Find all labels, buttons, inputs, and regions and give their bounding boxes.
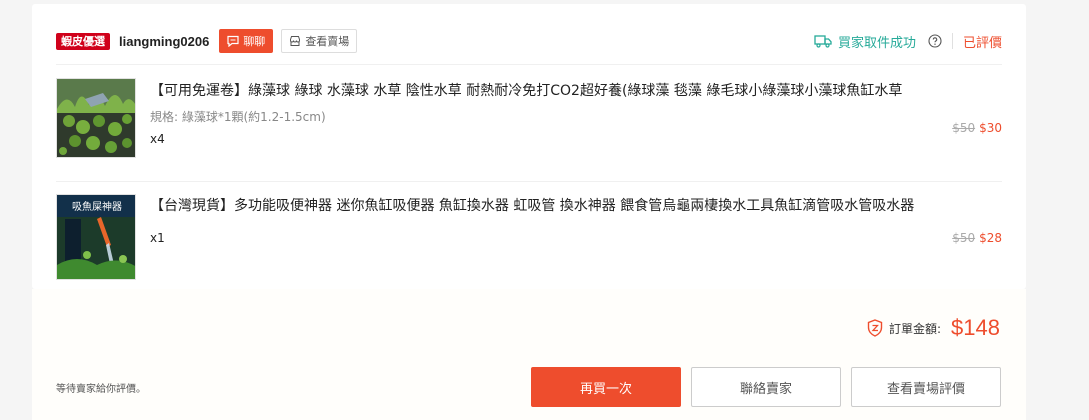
total-value: $148 bbox=[951, 315, 1000, 340]
help-icon[interactable] bbox=[928, 34, 942, 48]
status-divider bbox=[951, 33, 953, 49]
order-item[interactable]: 【可用免運卷】綠藻球 綠球 水藻球 水草 陰性水草 耐熱耐冷免打CO2超好養(綠… bbox=[56, 64, 1002, 174]
delivery-text: 買家取件成功 bbox=[837, 35, 916, 51]
chat-label: 聊聊 bbox=[243, 35, 266, 48]
item-title[interactable]: 【台灣現貨】多功能吸便神器 迷你魚缸吸便器 魚缸換水器 虹吸管 換水神器 餵食管… bbox=[150, 195, 930, 217]
shop-icon bbox=[290, 36, 301, 46]
order-item[interactable]: 吸魚屎神器 【台灣現貨】多功能吸便神器 迷你魚缸吸便器 魚缸換水器 虹吸管 換水… bbox=[56, 181, 1002, 292]
item-title[interactable]: 【可用免運卷】綠藻球 綠球 水藻球 水草 陰性水草 耐熱耐冷免打CO2超好養(綠… bbox=[150, 80, 930, 102]
view-shop-label: 查看賣場 bbox=[305, 35, 350, 48]
sale-price: $28 bbox=[979, 231, 1002, 245]
rating-status: 已評價 bbox=[962, 35, 1002, 51]
sale-price: $30 bbox=[979, 121, 1002, 135]
order-status: 買家取件成功 已評價 bbox=[814, 32, 1002, 51]
review-wait-note: 等待賣家給你評價。 bbox=[56, 384, 146, 395]
mall-badge: 蝦皮優選 bbox=[56, 32, 110, 50]
item-quantity: x4 bbox=[150, 132, 165, 146]
thumb-caption: 吸魚屎神器 bbox=[72, 200, 122, 213]
original-price: $50 bbox=[952, 231, 976, 245]
order-card: 蝦皮優選 liangming0206 聊聊 查看賣場 買家取件成功 已評價 【可… bbox=[32, 4, 1026, 289]
total-label: 訂單金額: bbox=[889, 321, 942, 336]
chat-button[interactable]: 聊聊 bbox=[219, 29, 274, 53]
item-variation: 規格: 綠藻球*1顆(約1.2-1.5cm) bbox=[150, 110, 326, 124]
shield-icon bbox=[867, 319, 883, 337]
chat-icon bbox=[227, 35, 239, 47]
shop-name[interactable]: liangming0206 bbox=[119, 34, 209, 49]
shop-header: 蝦皮優選 liangming0206 聊聊 查看賣場 買家取件成功 已評價 bbox=[56, 28, 1002, 54]
view-shop-reviews-button[interactable]: 查看賣場評價 bbox=[851, 367, 1001, 407]
item-info: 【台灣現貨】多功能吸便神器 迷你魚缸吸便器 魚缸換水器 虹吸管 換水神器 餵食管… bbox=[150, 195, 930, 245]
item-prices: $50 $28 bbox=[952, 231, 1002, 245]
view-shop-button[interactable]: 查看賣場 bbox=[281, 29, 358, 53]
truck-icon bbox=[814, 35, 832, 48]
order-footer: 訂單金額: $148 等待賣家給你評價。 再買一次 聯絡賣家 查看賣場評價 bbox=[32, 289, 1026, 420]
original-price: $50 bbox=[952, 121, 976, 135]
item-prices: $50 $30 bbox=[952, 121, 1002, 135]
item-info: 【可用免運卷】綠藻球 綠球 水藻球 水草 陰性水草 耐熱耐冷免打CO2超好養(綠… bbox=[150, 80, 930, 146]
item-quantity: x1 bbox=[150, 231, 165, 245]
buy-again-button[interactable]: 再買一次 bbox=[531, 367, 681, 407]
delivery-status[interactable]: 買家取件成功 bbox=[814, 32, 916, 51]
product-image[interactable]: 吸魚屎神器 bbox=[56, 194, 136, 280]
order-total: 訂單金額: $148 bbox=[867, 315, 1000, 341]
contact-seller-button[interactable]: 聯絡賣家 bbox=[691, 367, 841, 407]
product-image[interactable] bbox=[56, 78, 136, 158]
